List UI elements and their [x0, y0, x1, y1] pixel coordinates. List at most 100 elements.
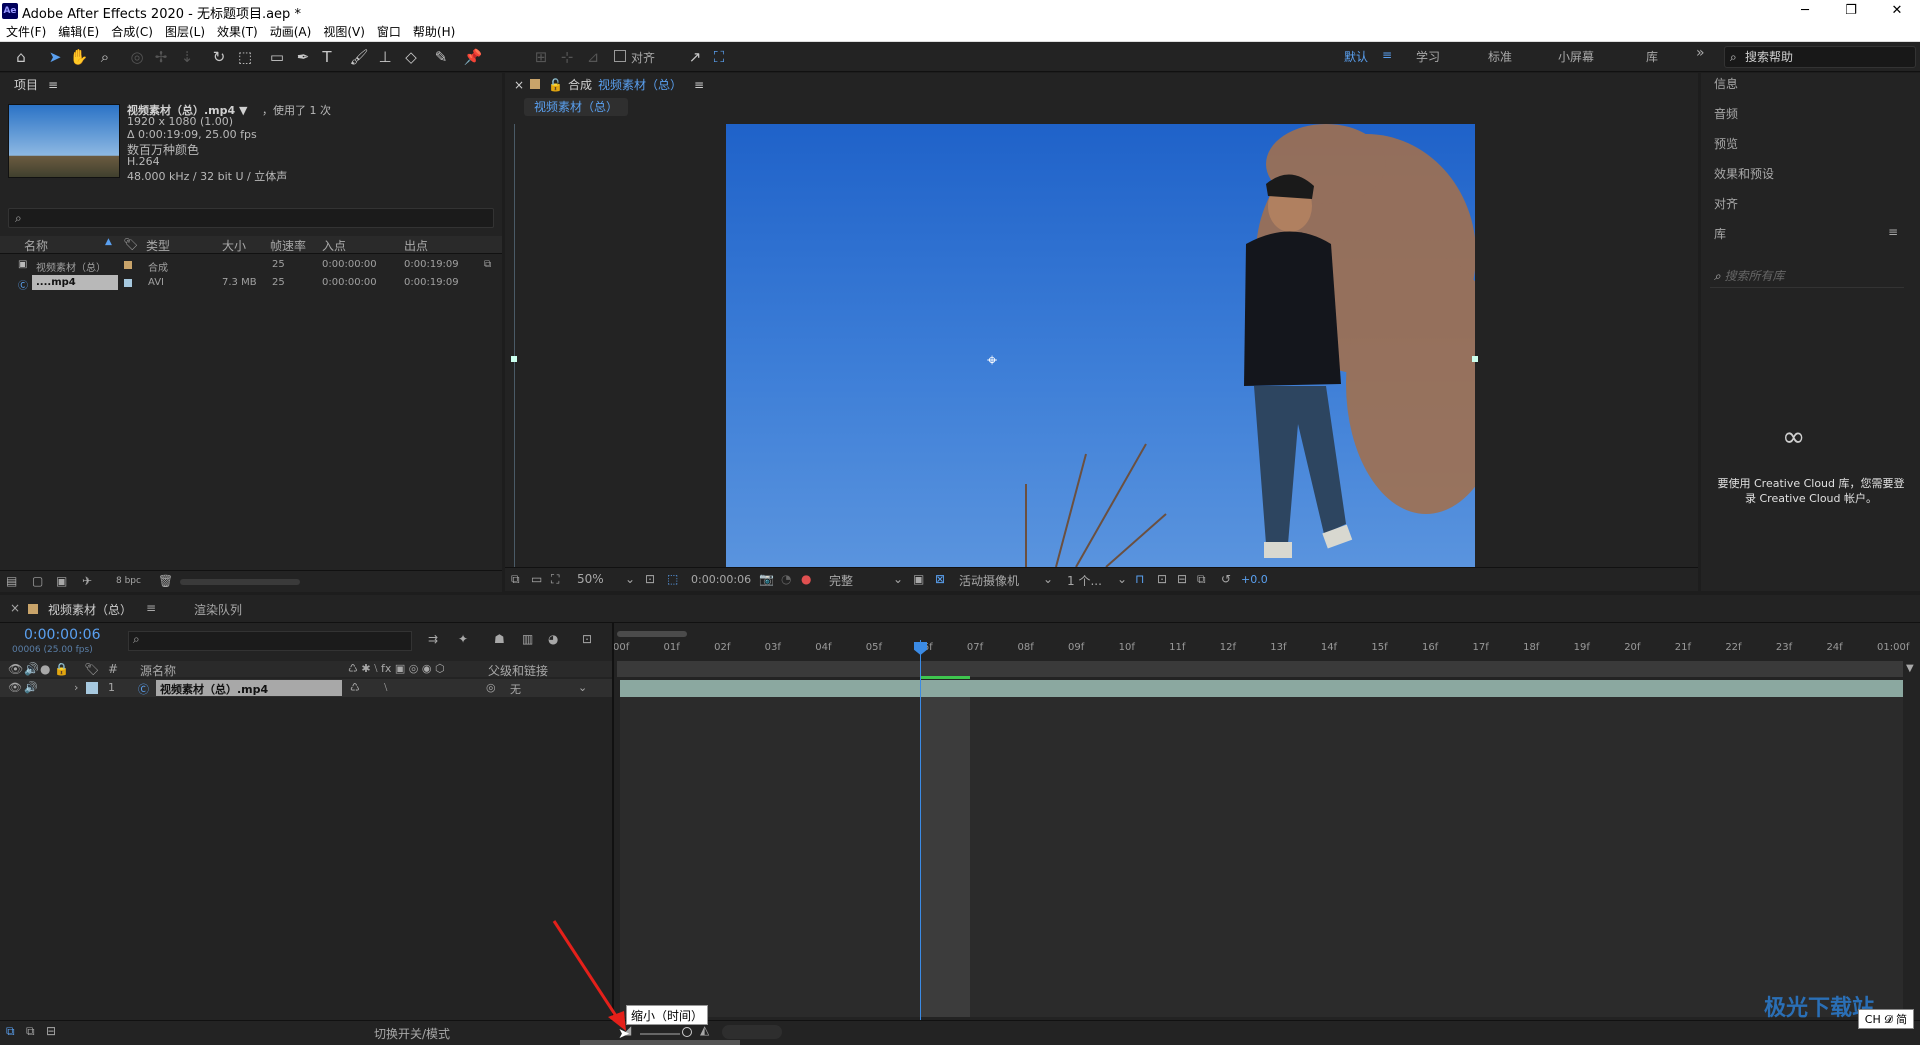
toggle-switches-modes[interactable]: 切换开关/模式 — [374, 1025, 450, 1042]
workspace-learn[interactable]: 学习 — [1416, 48, 1440, 65]
timeline-search-input[interactable]: ⌕ — [128, 631, 412, 651]
anchor-point-icon[interactable]: ⌖ — [987, 350, 997, 371]
eye-icon[interactable]: 👁 — [8, 662, 23, 676]
viewer-handle-right[interactable] — [1472, 356, 1478, 362]
parent-select[interactable]: 无 — [510, 681, 521, 697]
eraser-tool-icon[interactable]: ◇ — [400, 46, 422, 68]
close-button[interactable]: ✕ — [1874, 0, 1920, 22]
col-in[interactable]: 入点 — [322, 237, 346, 254]
axis-local-icon[interactable]: ⊞ — [530, 46, 552, 68]
reset-exposure-icon[interactable]: ↺ — [1221, 572, 1231, 586]
chevron-down-icon[interactable]: ⌄ — [1117, 572, 1127, 586]
roto-tool-icon[interactable]: ✎ — [430, 46, 452, 68]
lock-icon[interactable]: 🔓 — [548, 74, 563, 96]
brush-tool-icon[interactable]: 🖌 — [348, 46, 370, 68]
timeline-tab[interactable]: 视频素材（总） — [48, 601, 132, 618]
timeline-menu-icon[interactable]: ≡ — [146, 601, 156, 615]
anchor-tool-icon[interactable]: ⬚ — [234, 46, 256, 68]
axis-view-icon[interactable]: ⊿ — [582, 46, 604, 68]
panel-libraries[interactable]: 库 — [1714, 225, 1726, 242]
chevron-down-icon[interactable]: ⌄ — [578, 681, 587, 694]
col-source-name[interactable]: 源名称 — [140, 662, 176, 679]
graph-editor-icon[interactable]: ⊡ — [582, 632, 592, 646]
track-area[interactable] — [620, 697, 1903, 1017]
timeline-horizontal-scroll[interactable] — [722, 1025, 782, 1039]
motion-blur-icon[interactable]: ◕ — [548, 632, 558, 646]
new-comp-icon[interactable]: ▣ — [56, 574, 67, 588]
comp-breadcrumb-tab[interactable]: 视频素材（总） — [524, 98, 629, 116]
layer-row[interactable]: 👁 🔊 › 1 Ⓒ 视频素材（总）.mp4 ♺ ⧵ ◎ 无 ⌄ — [0, 679, 612, 697]
time-zoom-thumb[interactable] — [682, 1027, 692, 1037]
frame-blending-icon[interactable]: ▥ — [522, 632, 533, 646]
toggle-pixel-icon[interactable]: ⊓ — [1135, 572, 1144, 586]
playhead[interactable] — [920, 640, 921, 1020]
in-out-toggle-icon[interactable]: ⊟ — [46, 1024, 56, 1038]
chevron-down-icon[interactable]: ⌄ — [1043, 572, 1053, 586]
library-search-input[interactable]: ⌕ 搜索所有库 — [1710, 264, 1904, 288]
workspace-small-screen[interactable]: 小屏幕 — [1558, 48, 1594, 65]
label-color[interactable] — [124, 279, 132, 287]
col-size[interactable]: 大小 — [222, 237, 246, 254]
zoom-tool-icon[interactable]: ⌕ — [94, 46, 116, 68]
panel-preview[interactable]: 预览 — [1714, 135, 1738, 152]
menu-effect[interactable]: 效果(T) — [211, 22, 264, 42]
label-icon[interactable]: 🏷 — [123, 237, 138, 251]
restore-button[interactable]: ❐ — [1828, 0, 1874, 22]
pan-tool-icon[interactable]: ✢ — [150, 46, 172, 68]
new-folder-icon[interactable]: ▢ — [32, 574, 43, 588]
draft-3d-icon[interactable]: ✦ — [458, 632, 468, 646]
layer-name[interactable]: 视频素材（总）.mp4 — [160, 681, 268, 697]
shy-icon[interactable]: ☗ — [494, 632, 505, 646]
workspace-default[interactable]: 默认 — [1344, 48, 1368, 65]
col-name[interactable]: 名称 — [24, 237, 48, 254]
library-menu-icon[interactable]: ≡ — [1888, 225, 1898, 239]
home-icon[interactable]: ⌂ — [10, 46, 32, 68]
layer-label-color[interactable] — [86, 682, 98, 694]
snap-grid-icon[interactable]: ⛶ — [708, 46, 730, 68]
comp-mini-flowchart-icon[interactable]: ⇉ — [428, 632, 438, 646]
type-tool-icon[interactable]: T — [316, 46, 338, 68]
label-color[interactable] — [124, 261, 132, 269]
solo-icon[interactable]: ● — [40, 662, 50, 676]
panel-audio[interactable]: 音频 — [1714, 105, 1738, 122]
menu-composition[interactable]: 合成(C) — [105, 22, 159, 42]
layer-quality-switch[interactable]: ⧵ — [384, 681, 387, 695]
views-select[interactable]: 1 个... — [1067, 572, 1102, 589]
camera-select[interactable]: 活动摄像机 — [959, 572, 1019, 589]
transparency-grid-icon[interactable]: ⊠ — [935, 572, 945, 586]
layer-expand-icon[interactable]: › — [74, 681, 78, 694]
axis-world-icon[interactable]: ⊹ — [556, 46, 578, 68]
resolution-select[interactable]: 完整 — [829, 572, 853, 589]
minimize-button[interactable]: ─ — [1782, 0, 1828, 22]
timeline-icon[interactable]: ⊟ — [1177, 572, 1187, 586]
current-time-display[interactable]: 0:00:00:06 — [691, 573, 751, 586]
menu-edit[interactable]: 编辑(E) — [52, 22, 105, 42]
parent-pick-whip-icon[interactable]: ◎ — [486, 681, 496, 694]
interpret-footage-icon[interactable]: ▤ — [6, 574, 17, 588]
project-row-footage[interactable]: Ⓒ ....mp4 AVI 7.3 MB 25 0:00:00:00 0:00:… — [0, 274, 502, 292]
stamp-tool-icon[interactable]: ⊥ — [374, 46, 396, 68]
delete-icon[interactable]: 🗑 — [158, 574, 173, 588]
zoom-select[interactable]: 50% — [577, 572, 604, 586]
menu-help[interactable]: 帮助(H) — [407, 22, 461, 42]
layer-switches-toggle-icon[interactable]: ⧉ — [6, 1024, 15, 1039]
comp-menu-icon[interactable]: ≡ — [694, 74, 704, 96]
menu-file[interactable]: 文件(F) — [0, 22, 52, 42]
show-snapshot-icon[interactable]: ◔ — [781, 572, 791, 586]
transfer-controls-icon[interactable]: ⧉ — [26, 1024, 35, 1039]
mask-visibility-icon[interactable]: ⛶ — [551, 572, 559, 587]
project-scrollbar[interactable] — [180, 579, 300, 585]
menu-animation[interactable]: 动画(A) — [264, 22, 318, 42]
flowchart-icon[interactable]: ⧉ — [1197, 572, 1206, 587]
menu-view[interactable]: 视图(V) — [317, 22, 371, 42]
audio-icon[interactable]: 🔊 — [24, 662, 39, 676]
comp-name[interactable]: 视频素材（总） — [598, 74, 682, 96]
project-row-comp[interactable]: ▣ 视频素材（总） 合成 25 0:00:00:00 0:00:19:09 ⧉ — [0, 256, 502, 274]
comp-close-icon[interactable]: × — [514, 74, 524, 96]
pen-tool-icon[interactable]: ✒ — [292, 46, 314, 68]
fit-icon[interactable]: ⊡ — [645, 572, 655, 586]
snap-icon[interactable]: ↗ — [684, 46, 706, 68]
layer-eye-icon[interactable]: 👁 — [8, 681, 22, 694]
render-queue-tab[interactable]: 渲染队列 — [194, 601, 242, 618]
layer-audio-icon[interactable]: 🔊 — [24, 681, 38, 694]
